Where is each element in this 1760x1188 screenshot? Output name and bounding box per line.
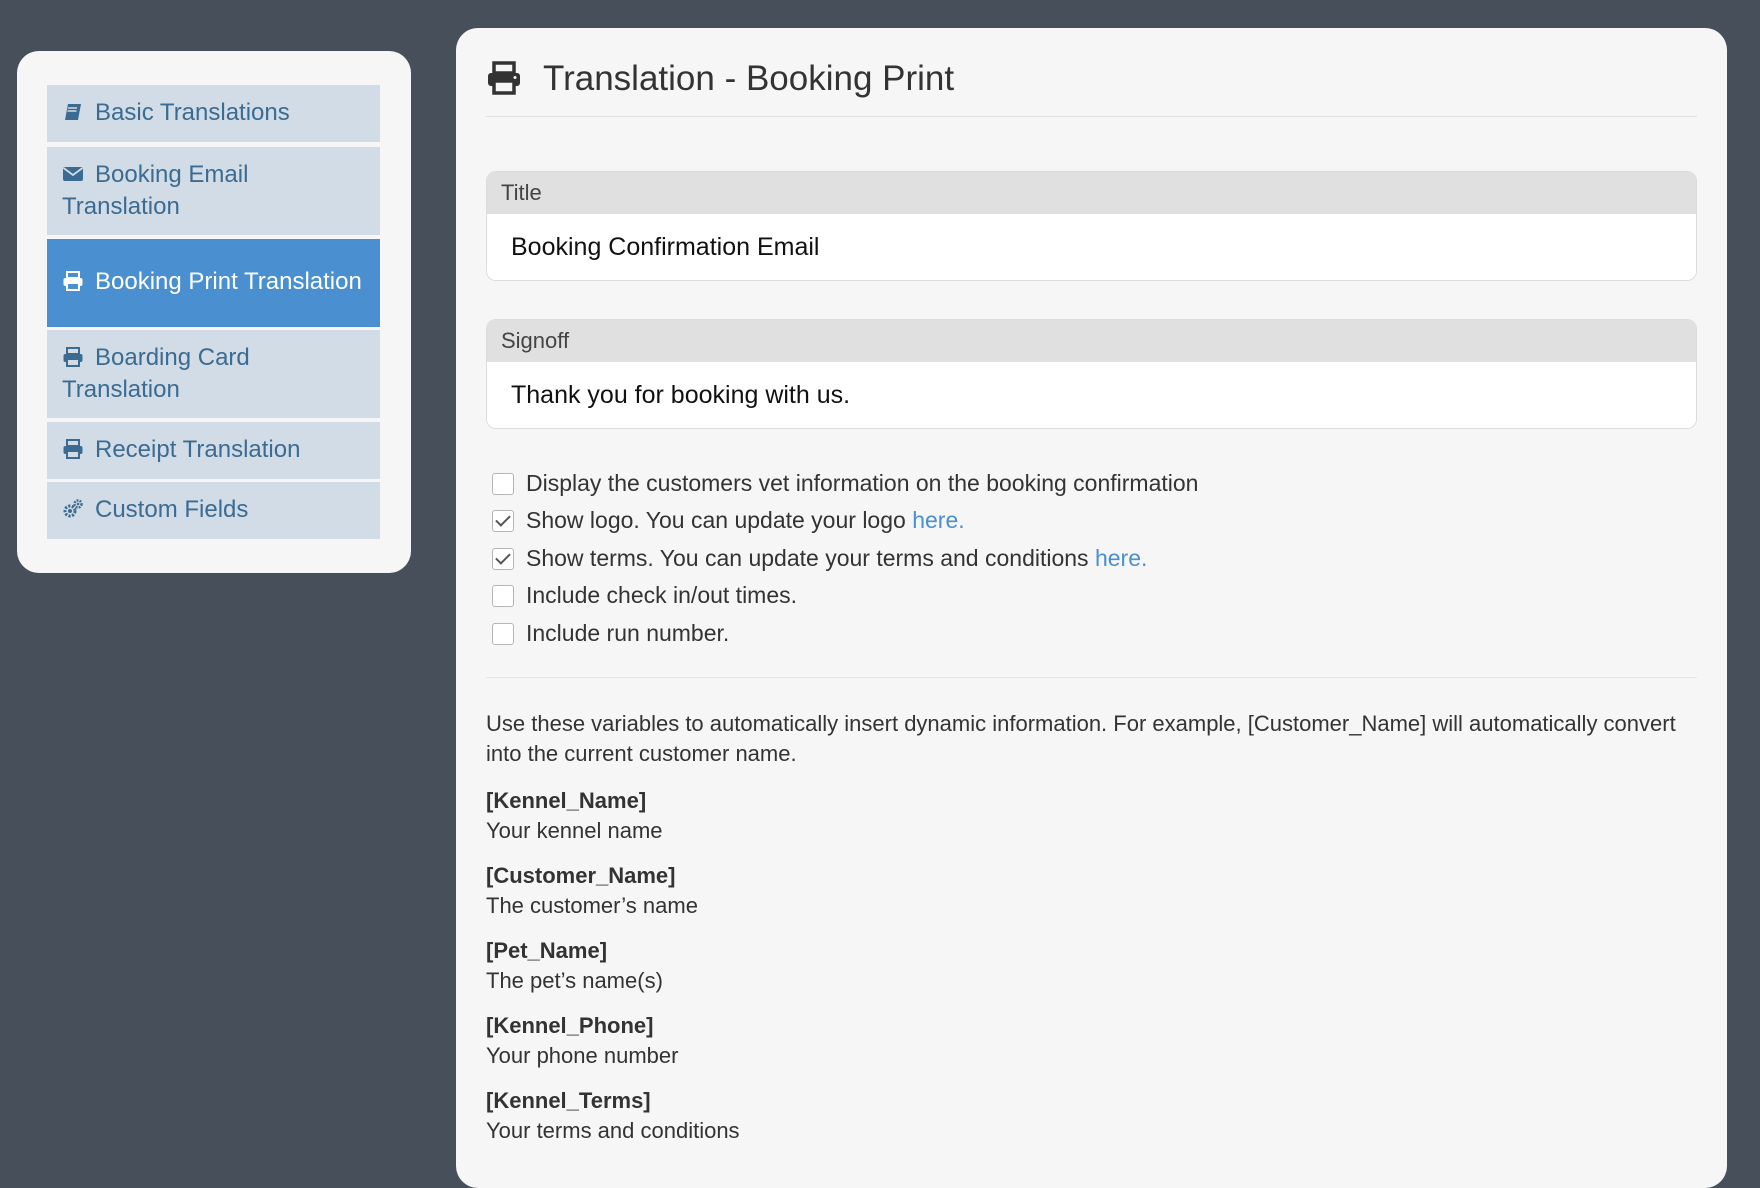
option-run-number[interactable]: Include run number. — [492, 618, 729, 648]
variable-name: [Kennel_Name] — [486, 788, 647, 813]
option-label: Include check in/out times. — [526, 582, 798, 608]
envelope-icon — [62, 163, 84, 185]
title-input[interactable] — [487, 214, 1696, 280]
variables-help-text: Use these variables to automatically ins… — [486, 711, 1676, 766]
variable-name: [Kennel_Phone] — [486, 1013, 654, 1038]
option-label: Include run number. — [526, 620, 730, 646]
option-label: Display the customers vet information on… — [526, 470, 1199, 496]
variable-description: The customer’s name — [486, 893, 698, 918]
sidebar-item-boarding-card-translation[interactable]: Boarding Card Translation — [47, 330, 380, 418]
print-icon — [486, 60, 522, 96]
main-panel: Translation - Booking Print Title Signof… — [456, 28, 1727, 1188]
sidebar-item-custom-fields[interactable]: Custom Fields — [47, 482, 380, 539]
print-icon — [62, 438, 84, 460]
sidebar-item-label: Booking Email — [95, 161, 249, 188]
option-vet-info[interactable]: Display the customers vet information on… — [492, 468, 1198, 498]
check-in-out-checkbox[interactable] — [492, 585, 514, 607]
variable-description: Your kennel name — [486, 818, 663, 843]
print-icon — [62, 346, 84, 368]
book-icon — [62, 101, 84, 123]
title-label: Title — [487, 172, 1696, 214]
terms-here-link[interactable]: here. — [1095, 545, 1147, 571]
page-title: Translation - Booking Print — [543, 59, 955, 98]
divider — [486, 677, 1697, 678]
show-terms-checkbox[interactable] — [492, 548, 514, 570]
variable-description: Your terms and conditions — [486, 1118, 740, 1143]
option-show-logo[interactable]: Show logo. You can update your logo here… — [492, 505, 965, 535]
signoff-input[interactable] — [487, 362, 1696, 428]
signoff-label: Signoff — [487, 320, 1696, 362]
sidebar-item-label: Basic Translations — [95, 99, 290, 126]
sidebar-item-label: Receipt Translation — [95, 436, 301, 463]
variable-name: [Kennel_Terms] — [486, 1088, 651, 1113]
divider — [486, 116, 1697, 117]
signoff-field-group: Signoff — [486, 319, 1697, 429]
sidebar-item-label: Custom Fields — [95, 496, 249, 523]
variable-name: [Customer_Name] — [486, 863, 676, 888]
variable-description: Your phone number — [486, 1043, 679, 1068]
option-label: Show terms. You can update your terms an… — [526, 545, 1095, 571]
sidebar-item-label-line2: Translation — [62, 193, 180, 220]
show-logo-checkbox[interactable] — [492, 510, 514, 532]
sidebar-item-label: Boarding Card — [95, 344, 250, 371]
sidebar-item-booking-email-translation[interactable]: Booking Email Translation — [47, 147, 380, 235]
option-check-in-out-times[interactable]: Include check in/out times. — [492, 580, 797, 610]
variable-item: [Pet_Name] The pet’s name(s) — [486, 936, 1286, 996]
option-label: Show logo. You can update your logo — [526, 507, 913, 533]
variable-name: [Pet_Name] — [486, 938, 608, 963]
vet-info-checkbox[interactable] — [492, 473, 514, 495]
sidebar-item-basic-translations[interactable]: Basic Translations — [47, 85, 380, 142]
cogs-icon — [62, 498, 84, 520]
sidebar-item-label: Booking Print Translation — [95, 268, 362, 295]
print-icon — [62, 270, 84, 292]
sidebar-item-receipt-translation[interactable]: Receipt Translation — [47, 422, 380, 479]
logo-here-link[interactable]: here. — [912, 507, 964, 533]
sidebar: Basic Translations Booking Email Transla… — [17, 51, 411, 573]
variable-description: The pet’s name(s) — [486, 968, 663, 993]
option-show-terms[interactable]: Show terms. You can update your terms an… — [492, 543, 1147, 573]
variable-item: [Kennel_Terms] Your terms and conditions — [486, 1086, 1286, 1146]
variable-item: [Kennel_Name] Your kennel name — [486, 786, 1286, 846]
sidebar-item-booking-print-translation[interactable]: Booking Print Translation — [47, 239, 380, 327]
variable-item: [Customer_Name] The customer’s name — [486, 861, 1286, 921]
title-field-group: Title — [486, 171, 1697, 281]
variable-item: [Kennel_Phone] Your phone number — [486, 1011, 1286, 1071]
run-number-checkbox[interactable] — [492, 623, 514, 645]
sidebar-item-label-line2: Translation — [62, 376, 180, 403]
